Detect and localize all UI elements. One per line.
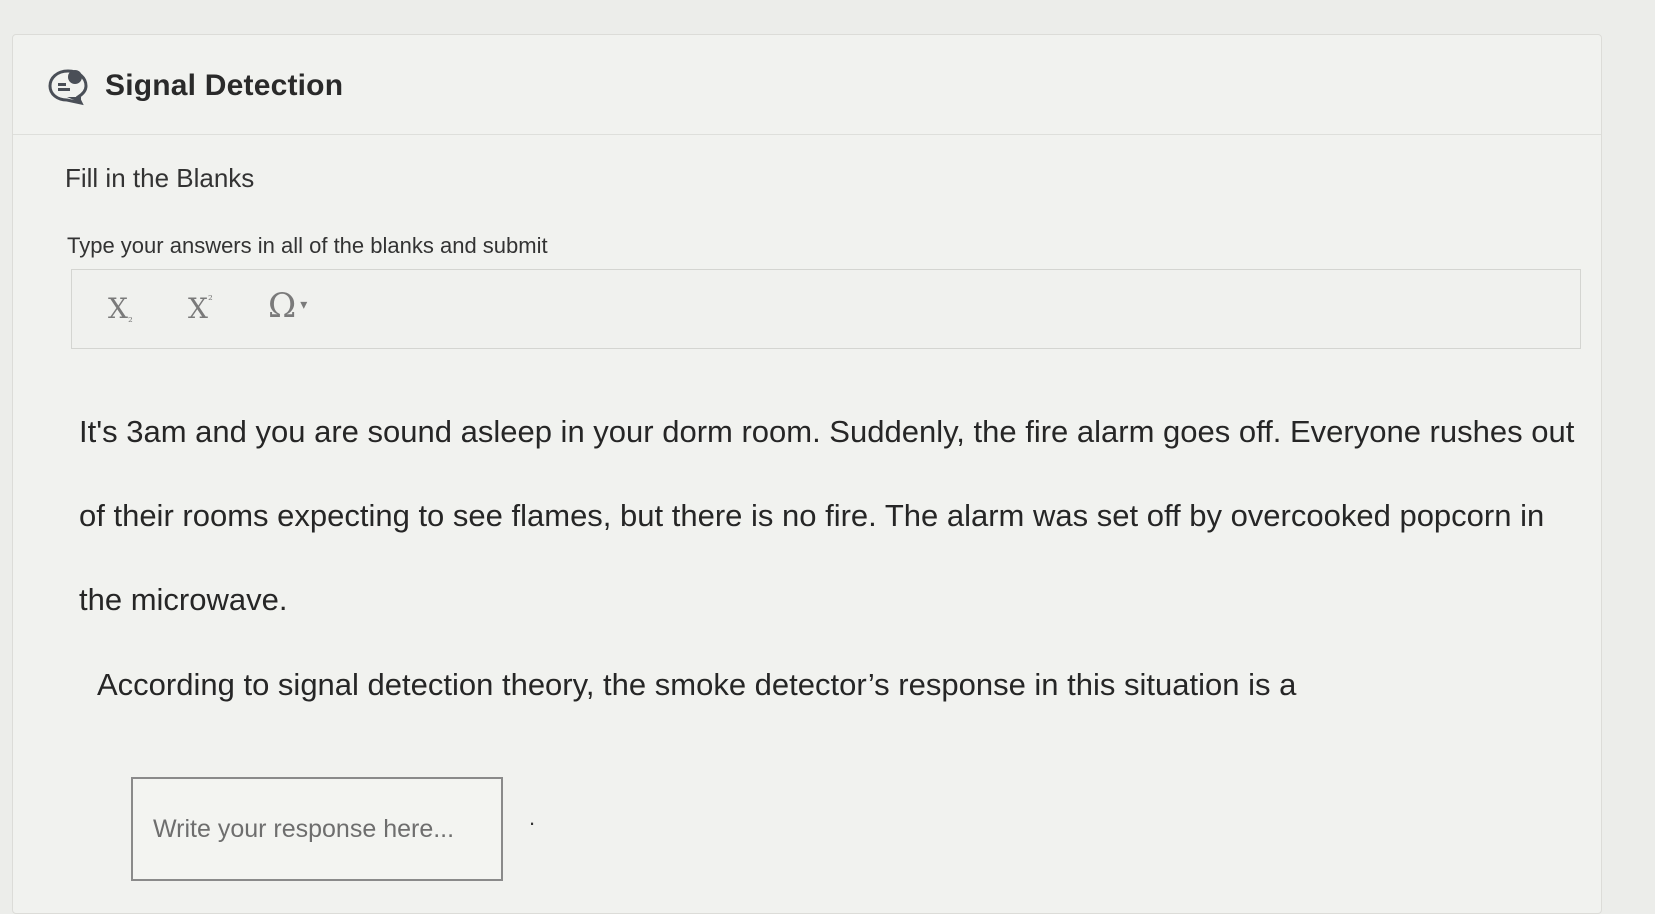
special-characters-button[interactable]: Ω ▾ (268, 286, 307, 326)
passage-line: It's 3am and you are sound asleep in you… (79, 414, 1575, 449)
subscript-icon: X₂ (108, 292, 133, 325)
card-header: Signal Detection (13, 35, 1601, 135)
superscript-icon: X² (188, 292, 213, 325)
response-input[interactable] (131, 777, 503, 881)
passage: It's 3am and you are sound asleep in you… (79, 390, 1599, 642)
blank-trailing-period: . (529, 805, 536, 830)
superscript-button[interactable]: X² (188, 292, 213, 325)
passage-line: of their rooms expecting to see flames, … (79, 498, 1545, 533)
passage-line: the microwave. (79, 582, 288, 617)
instruction-text: Type your answers in all of the blanks a… (67, 233, 548, 258)
question-card: Signal Detection Fill in the Blanks Type… (12, 34, 1602, 914)
omega-icon: Ω (268, 286, 297, 326)
card-title: Signal Detection (105, 69, 344, 102)
question-text: According to signal detection theory, th… (97, 667, 1297, 702)
section-title: Fill in the Blanks (65, 163, 255, 193)
subscript-button[interactable]: X₂ (108, 292, 133, 325)
caret-down-icon: ▾ (300, 297, 308, 313)
editor-toolbar: X₂ X² Ω ▾ (71, 269, 1581, 349)
chat-bubble-icon (48, 69, 88, 106)
